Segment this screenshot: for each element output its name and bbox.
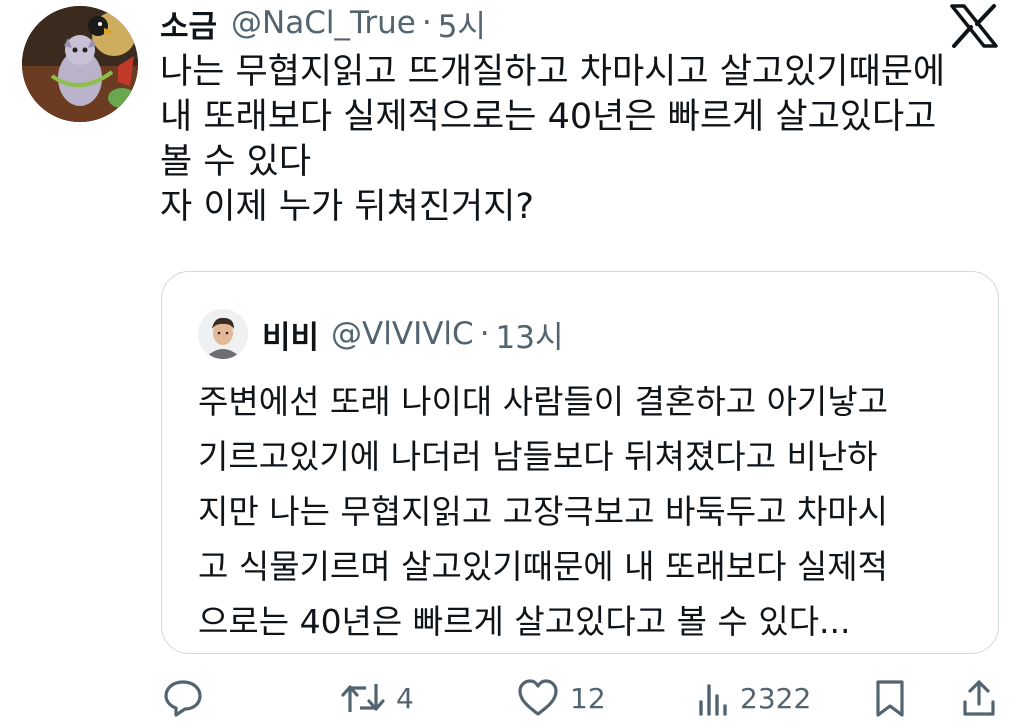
tweet-line: 자 이제 누가 뒤쳐진거지? (160, 187, 534, 227)
tweet-time[interactable]: 5시 (438, 1, 486, 46)
share-icon (963, 680, 995, 716)
quoted-line: 으로는 40년은 빠르게 살고있다고 볼 수 있다... (198, 602, 851, 641)
quoted-author-name: 비비 (262, 319, 320, 356)
like-button[interactable]: 12 (516, 672, 606, 724)
like-count: 12 (570, 681, 606, 715)
quoted-tweet-time: 13시 (495, 319, 564, 356)
x-logo-icon (950, 4, 998, 48)
quoted-line: 지만 나는 무협지읽고 고장극보고 바둑두고 차마시 (198, 492, 889, 531)
retweet-count: 4 (396, 681, 414, 715)
tweet-text: 나는 무협지읽고 뜨개질하고 차마시고 살고있기때문에 내 또래보다 실제적으로… (160, 50, 1000, 230)
author-avatar[interactable] (22, 6, 138, 122)
quoted-tweet-text: 주변에선 또래 나이대 사람들이 결혼하고 아기낳고 기르고있기에 나더러 남들… (198, 374, 978, 649)
tweet-line: 내 또래보다 실제적으로는 40년은 빠르게 살고있다고 (160, 97, 937, 137)
tweet-line: 볼 수 있다 (160, 142, 312, 182)
heart-icon (518, 679, 558, 716)
quoted-line: 기르고있기에 나더러 남들보다 뒤쳐졌다고 비난하 (198, 437, 878, 476)
separator-dot: · (479, 316, 490, 352)
action-bar: 4 12 2322 (160, 672, 1010, 724)
quoted-author-handle: @VlVIVlC (331, 316, 474, 352)
quoted-tweet-card[interactable]: 비비 @VlVIVlC · 13시 주변에선 또래 나이대 사람들이 결혼하고 … (161, 271, 999, 654)
retweet-button[interactable]: 4 (340, 672, 414, 724)
bookmark-button[interactable] (872, 672, 908, 724)
views-icon (699, 684, 727, 716)
author-handle[interactable]: @NaCl_True (231, 5, 416, 41)
retweet-icon (341, 684, 385, 712)
reply-button[interactable] (162, 672, 204, 724)
views-button[interactable]: 2322 (696, 672, 811, 724)
author-name[interactable]: 소금 (160, 1, 217, 46)
share-button[interactable] (960, 672, 998, 724)
views-count: 2322 (740, 681, 812, 715)
quoted-author-avatar (198, 309, 248, 359)
quoted-tweet-header: 비비 @VlVIVlC · 13시 (198, 306, 564, 362)
reply-icon (164, 680, 202, 717)
bookmark-icon (876, 680, 904, 717)
tweet-header: 소금 @NaCl_True · 5시 (160, 0, 486, 46)
separator-dot: · (421, 5, 432, 41)
tweet-line: 나는 무협지읽고 뜨개질하고 차마시고 살고있기때문에 (160, 52, 946, 92)
quoted-line: 주변에선 또래 나이대 사람들이 결혼하고 아기낳고 (198, 382, 889, 421)
quoted-line: 고 식물기르며 살고있기때문에 내 또래보다 실제적 (198, 547, 889, 586)
